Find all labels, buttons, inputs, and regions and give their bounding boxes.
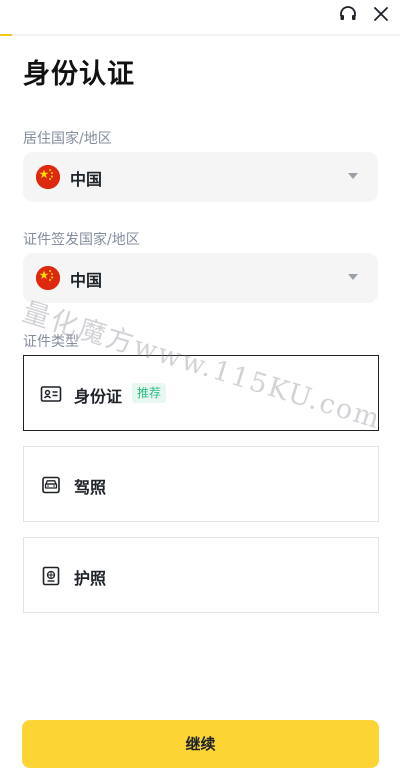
close-icon[interactable] — [370, 3, 392, 25]
passport-icon — [42, 566, 60, 586]
document-option-driver-license[interactable]: 驾照 — [23, 446, 379, 522]
issuing-country-select[interactable]: 中国 — [23, 253, 378, 303]
car-icon — [42, 476, 60, 494]
document-option-label: 护照 — [74, 569, 107, 588]
residence-label: 居住国家/地区 — [23, 131, 112, 147]
document-option-label: 驾照 — [74, 478, 107, 497]
document-option-label: 身份证 — [74, 387, 123, 406]
document-type-label: 证件类型 — [23, 334, 79, 350]
issuing-country-label: 证件签发国家/地区 — [23, 232, 140, 248]
china-flag-icon — [36, 266, 60, 290]
id-card-icon — [40, 386, 62, 402]
page-title: 身份认证 — [23, 59, 135, 90]
headset-icon[interactable] — [337, 3, 359, 25]
document-option-passport[interactable]: 护照 — [23, 537, 379, 613]
continue-button[interactable]: 继续 — [22, 720, 379, 768]
recommended-badge: 推荐 — [132, 383, 167, 403]
residence-select[interactable]: 中国 — [23, 152, 378, 202]
china-flag-icon — [36, 165, 60, 189]
top-bar — [0, 0, 400, 30]
progress-bar — [0, 34, 400, 36]
progress-fill — [0, 34, 12, 36]
issuing-country-value: 中国 — [70, 271, 103, 290]
chevron-down-icon — [348, 173, 358, 179]
chevron-down-icon — [348, 274, 358, 280]
document-option-id-card[interactable]: 身份证 推荐 — [23, 355, 379, 431]
residence-value: 中国 — [70, 170, 103, 189]
